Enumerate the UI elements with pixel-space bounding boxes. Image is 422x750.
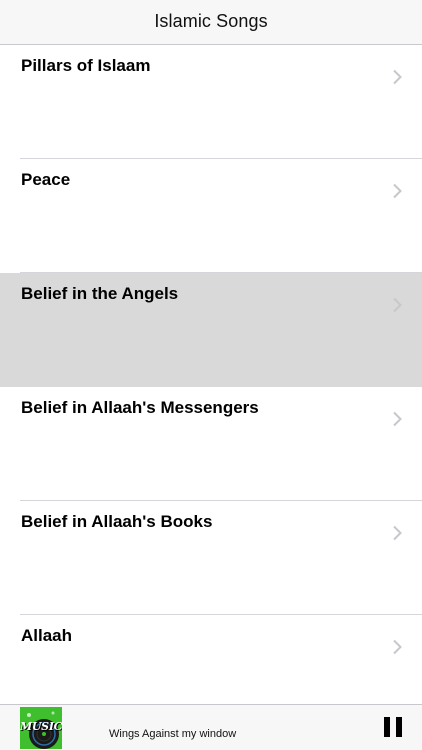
list-item-belief-in-the-angels[interactable]: Belief in the Angels <box>0 273 422 387</box>
chevron-right-icon <box>393 297 402 313</box>
pause-icon-bar <box>396 717 402 737</box>
app-screen: Islamic Songs Pillars of Islaam Peace Be… <box>0 0 422 750</box>
now-playing-title: Wings Against my window <box>109 728 237 740</box>
list-item-label: Peace <box>21 170 71 189</box>
list-item-allaah[interactable]: Allaah <box>0 615 422 704</box>
chevron-right-icon <box>393 525 402 541</box>
chevron-right-icon <box>393 411 402 427</box>
mini-player[interactable]: MUSIC Wings Against my window <box>0 704 422 750</box>
list-item-belief-in-allaahs-messengers[interactable]: Belief in Allaah's Messengers <box>0 387 422 501</box>
list-item-label: Pillars of Islaam <box>21 56 151 75</box>
page-title: Islamic Songs <box>154 11 268 31</box>
navigation-bar: Islamic Songs <box>0 0 422 45</box>
album-artwork[interactable]: MUSIC <box>20 707 62 749</box>
chevron-right-icon <box>393 69 402 85</box>
list-item-label: Belief in Allaah's Books <box>21 512 213 531</box>
artwork-label: MUSIC <box>20 720 62 733</box>
list-item-label: Allaah <box>21 626 73 645</box>
chevron-right-icon <box>393 639 402 655</box>
list-item-label: Belief in Allaah's Messengers <box>21 398 259 417</box>
list-item-belief-in-allaahs-books[interactable]: Belief in Allaah's Books <box>0 501 422 615</box>
list-item-pillars-of-islaam[interactable]: Pillars of Islaam <box>0 45 422 159</box>
list-item-peace[interactable]: Peace <box>0 159 422 273</box>
chevron-right-icon <box>393 183 402 199</box>
pause-button[interactable] <box>384 717 402 737</box>
song-category-list[interactable]: Pillars of Islaam Peace Belief in the An… <box>0 45 422 704</box>
list-item-label: Belief in the Angels <box>21 284 179 303</box>
pause-icon <box>384 717 390 737</box>
